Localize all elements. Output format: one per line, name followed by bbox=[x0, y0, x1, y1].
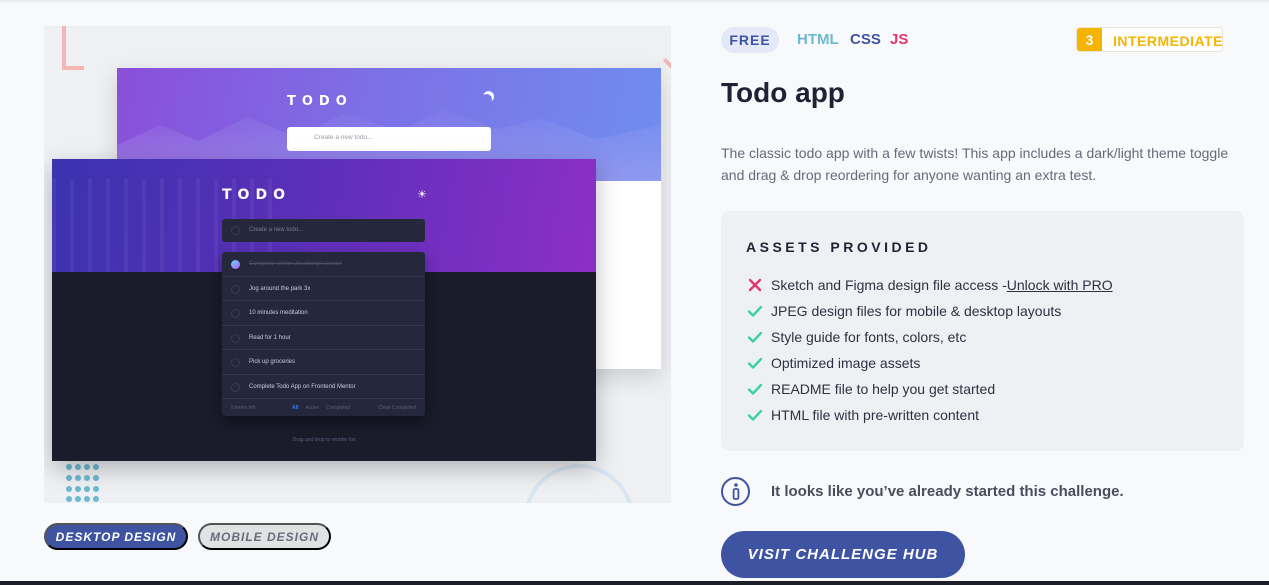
mobile-design-tab[interactable]: MOBILE DESIGN bbox=[198, 523, 331, 550]
notice-text: It looks like you’ve already started thi… bbox=[771, 482, 1124, 500]
check-icon bbox=[746, 328, 764, 346]
todo-item-label: Complete Todo App on Frontend Mentor bbox=[249, 383, 356, 390]
unlock-pro-link[interactable]: Unlock with PRO bbox=[1007, 277, 1113, 293]
language-css: CSS bbox=[850, 31, 881, 48]
top-divider bbox=[0, 0, 1269, 2]
todo-footer: 5 items left All Active Completed Clear Co… bbox=[222, 399, 425, 417]
checkbox-circle-icon bbox=[231, 284, 240, 294]
asset-item: JPEG design files for mobile & desktop l… bbox=[746, 301, 1061, 321]
asset-item-label: Sketch and Figma design file access - bbox=[771, 277, 1007, 293]
started-notice: It looks like you’ve already started thi… bbox=[721, 476, 1124, 506]
asset-item-label: Optimized image assets bbox=[771, 355, 921, 371]
challenge-description: The classic todo app with a few twists! … bbox=[721, 145, 1229, 183]
dark-app-title: TODO bbox=[222, 187, 291, 203]
asset-item: HTML file with pre-written content bbox=[746, 405, 979, 425]
difficulty-label: INTERMEDIATE bbox=[1113, 33, 1223, 49]
decor-dots bbox=[66, 464, 100, 503]
language-js: JS bbox=[890, 31, 909, 48]
light-app-title: TODO bbox=[287, 94, 353, 109]
filter-completed: Completed bbox=[326, 405, 351, 411]
info-icon bbox=[721, 476, 750, 506]
checked-circle-icon bbox=[231, 260, 240, 269]
dark-theme-screenshot: TODO ☀ Create a new todo... Complete onl… bbox=[52, 159, 596, 461]
visit-challenge-hub-button[interactable]: VISIT CHALLENGE HUB bbox=[721, 531, 965, 578]
todo-item-label: Jog around the park 3x bbox=[249, 285, 311, 292]
difficulty-badge: 3 INTERMEDIATE bbox=[1076, 27, 1223, 52]
todo-item-label: Read for 1 hour bbox=[249, 334, 291, 341]
asset-item: Optimized image assets bbox=[746, 353, 920, 373]
todo-item: Read for 1 hour bbox=[222, 326, 425, 350]
todo-item-label: Complete online JavaScript course bbox=[249, 261, 342, 267]
check-icon bbox=[746, 406, 764, 424]
filter-group: All Active Completed bbox=[292, 405, 357, 411]
todo-item: Complete online JavaScript course bbox=[222, 252, 425, 277]
check-icon bbox=[746, 302, 764, 320]
todo-item: Jog around the park 3x bbox=[222, 277, 425, 301]
decor-circle bbox=[524, 464, 634, 503]
checkbox-circle-icon bbox=[231, 226, 240, 235]
difficulty-number: 3 bbox=[1077, 28, 1102, 51]
asset-item-label: JPEG design files for mobile & desktop l… bbox=[771, 303, 1062, 319]
bottom-bar bbox=[0, 581, 1269, 585]
moon-icon bbox=[479, 92, 493, 106]
todo-item-label: Pick up groceries bbox=[249, 359, 296, 365]
language-html: HTML bbox=[797, 31, 839, 48]
drag-hint: Drag and drop to reorder list bbox=[292, 437, 356, 443]
decor-corner bbox=[62, 26, 84, 70]
asset-item-label: README file to help you get started bbox=[771, 381, 996, 397]
check-icon bbox=[746, 380, 764, 398]
challenge-title: Todo app bbox=[721, 77, 845, 108]
assets-panel: ASSETS PROVIDED Sketch and Figma design … bbox=[721, 211, 1244, 451]
filter-active: Active bbox=[305, 405, 320, 411]
checkbox-circle-icon bbox=[231, 333, 240, 343]
cross-icon bbox=[746, 276, 764, 294]
check-icon bbox=[746, 354, 764, 372]
todo-item-label: 10 minutes meditation bbox=[249, 310, 308, 316]
asset-item: README file to help you get started bbox=[746, 379, 995, 399]
light-input-placeholder: Create a new todo... bbox=[314, 134, 373, 141]
todo-item: Complete Todo App on Frontend Mentor bbox=[222, 375, 425, 399]
dark-todo-list: Complete online JavaScript course Jog ar… bbox=[222, 252, 425, 416]
price-tag: FREE bbox=[721, 27, 779, 53]
todo-item: 10 minutes meditation bbox=[222, 301, 425, 326]
decor-line bbox=[662, 57, 671, 83]
asset-item: Style guide for fonts, colors, etc bbox=[746, 327, 966, 347]
light-new-todo-input: Create a new todo... bbox=[287, 127, 491, 151]
design-preview: TODO Create a new todo... TODO ☀ Create … bbox=[44, 26, 671, 503]
desktop-design-tab[interactable]: DESKTOP DESIGN bbox=[44, 523, 188, 550]
todo-item: Pick up groceries bbox=[222, 350, 425, 375]
dark-new-todo-input: Create a new todo... bbox=[222, 219, 425, 242]
asset-item-label: Style guide for fonts, colors, etc bbox=[771, 329, 967, 345]
asset-item: Sketch and Figma design file access - Un… bbox=[746, 275, 1113, 295]
checkbox-circle-icon bbox=[231, 358, 240, 367]
filter-all: All bbox=[292, 405, 299, 411]
clear-completed: Clear Completed bbox=[378, 405, 416, 411]
checkbox-circle-icon bbox=[231, 382, 240, 392]
dark-input-placeholder: Create a new todo... bbox=[249, 227, 304, 233]
items-left-count: 5 items left bbox=[231, 405, 256, 411]
assets-heading: ASSETS PROVIDED bbox=[746, 239, 932, 255]
checkbox-circle-icon bbox=[231, 309, 240, 318]
asset-item-label: HTML file with pre-written content bbox=[771, 407, 979, 423]
sun-icon: ☀ bbox=[417, 189, 427, 201]
